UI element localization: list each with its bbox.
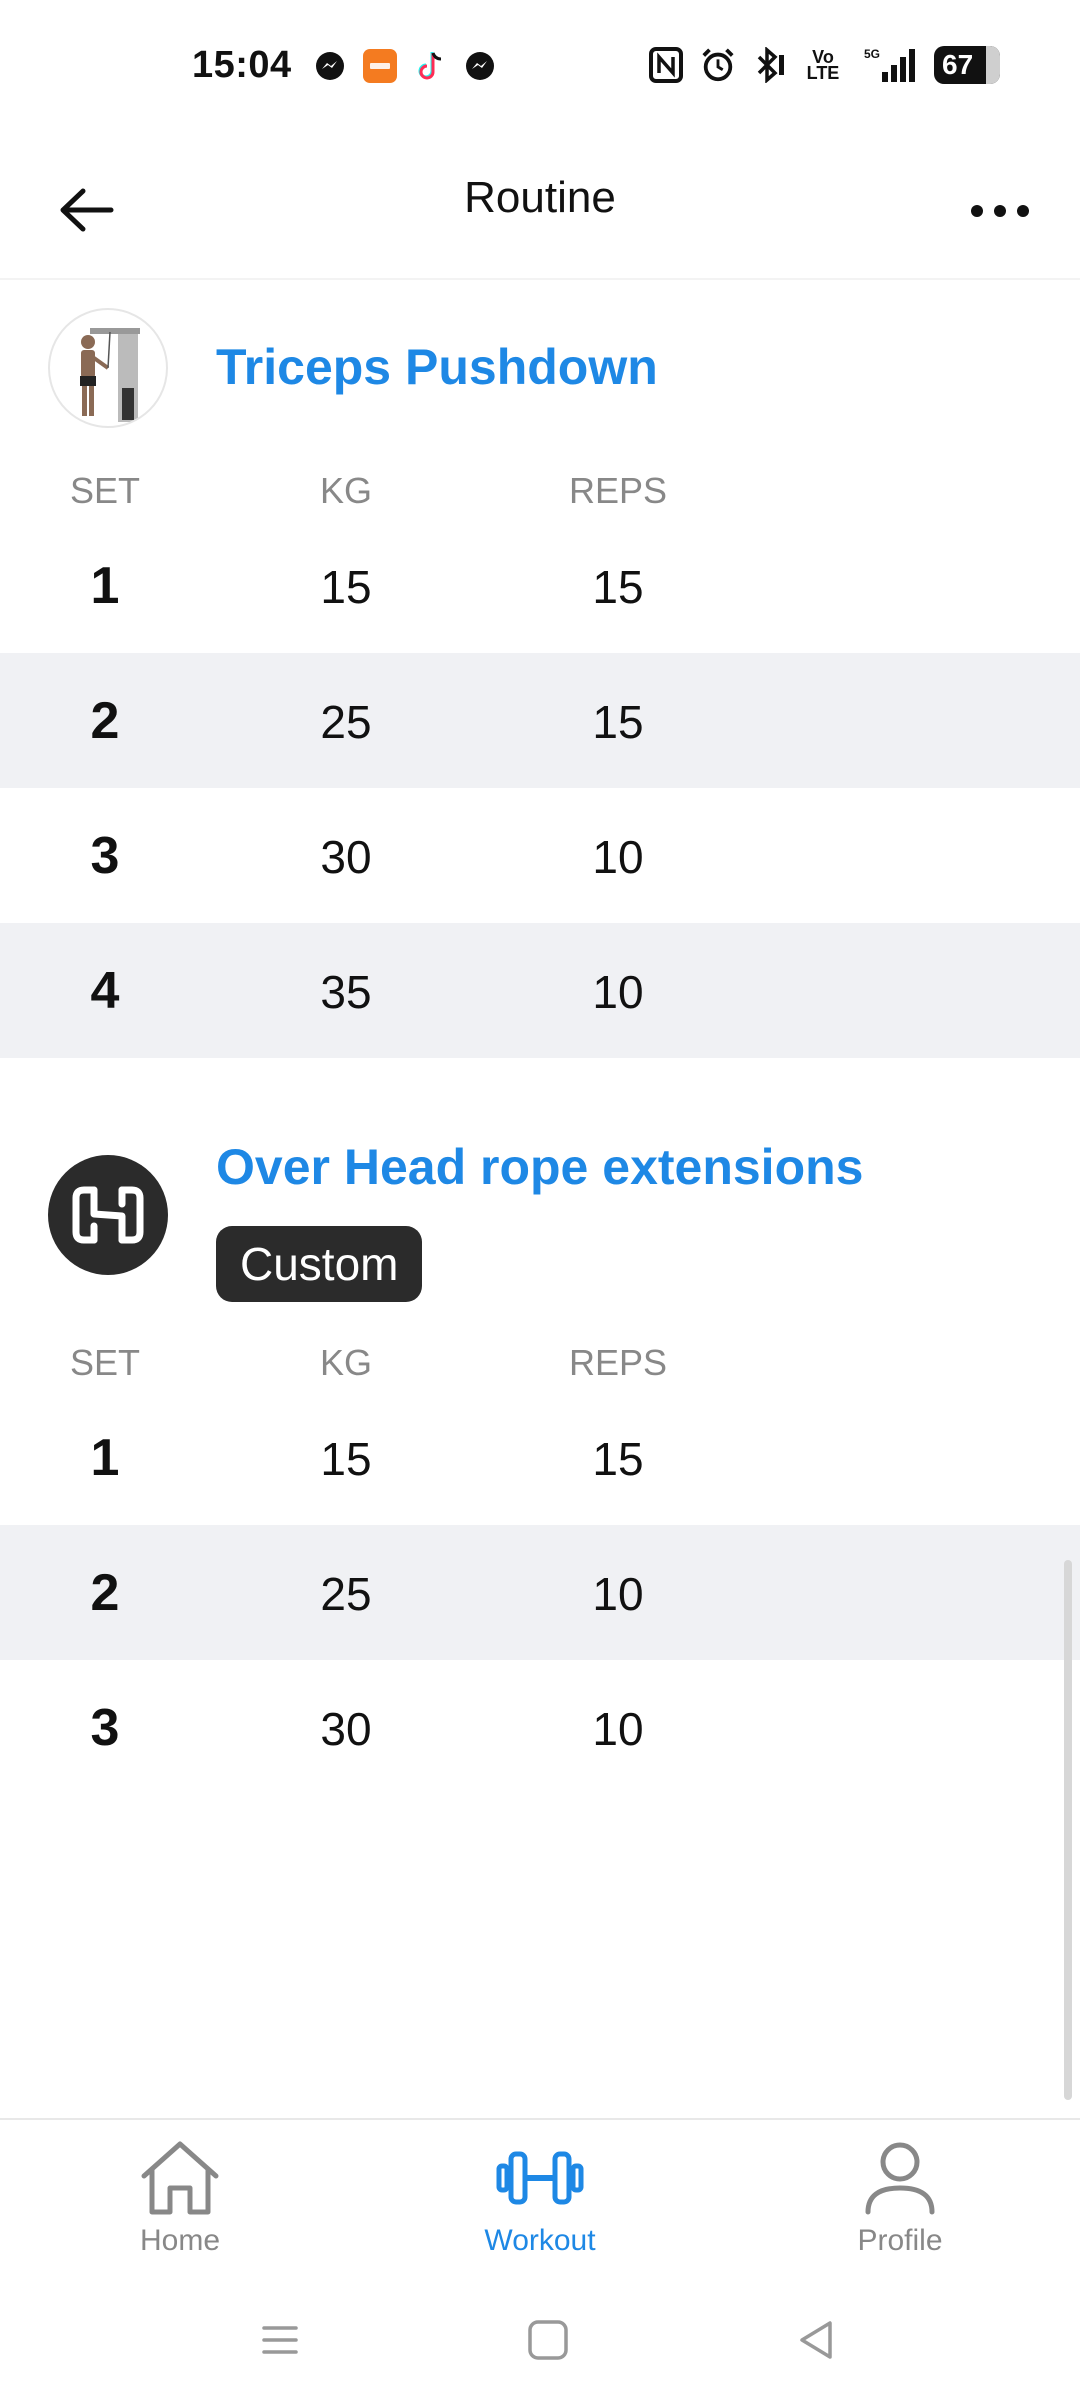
set-weight: 25	[320, 696, 372, 748]
battery-indicator: 67	[934, 46, 1000, 84]
set-reps: 10	[592, 831, 644, 883]
set-reps: 10	[592, 1568, 644, 1620]
home-icon	[141, 2141, 219, 2215]
volte-icon: Vo LTE	[806, 47, 840, 83]
column-header-reps: REPS	[568, 1342, 668, 1383]
set-number: 1	[90, 557, 120, 615]
recent-apps-button[interactable]	[250, 2310, 310, 2370]
set-row: 1 15 15	[0, 1390, 1080, 1525]
column-header-set: SET	[69, 1342, 141, 1383]
nfc-icon	[648, 47, 684, 83]
messenger-icon	[462, 48, 498, 84]
set-row: 2 25 15	[0, 653, 1080, 788]
triangle-back-icon	[800, 2321, 832, 2359]
set-weight: 30	[320, 831, 372, 883]
app-header: Routine	[0, 140, 1080, 280]
set-weight: 30	[320, 1703, 372, 1755]
nav-label: Workout	[484, 2224, 596, 2257]
column-header-kg: KG	[319, 1342, 373, 1383]
nav-label: Profile	[857, 2224, 943, 2257]
set-reps: 10	[592, 966, 644, 1018]
battery-level: 67	[942, 49, 974, 80]
custom-exercise-icon	[72, 1186, 144, 1244]
set-number: 1	[90, 1429, 120, 1487]
exercise-header[interactable]: Triceps Pushdown	[0, 306, 1080, 436]
more-horizontal-icon	[971, 205, 1029, 217]
set-weight: 35	[320, 966, 372, 1018]
exercise-thumbnail	[48, 1155, 168, 1275]
set-reps: 15	[592, 696, 644, 748]
5g-signal-icon: 5G	[858, 47, 918, 83]
profile-icon	[865, 2142, 935, 2215]
exercise-thumbnail	[48, 308, 168, 428]
set-number: 2	[90, 692, 120, 750]
page-title: Routine	[464, 173, 616, 222]
column-header-set: SET	[69, 470, 141, 511]
back-system-button[interactable]	[786, 2310, 846, 2370]
set-weight: 15	[320, 1433, 372, 1485]
temu-icon	[362, 48, 398, 84]
set-weight: 15	[320, 561, 372, 613]
messenger-icon	[312, 48, 348, 84]
set-number: 2	[90, 1564, 120, 1622]
set-row: 3 30 10	[0, 788, 1080, 923]
more-options-button[interactable]	[960, 176, 1040, 246]
status-bar: 15:04 Vo LTE 5G 67	[0, 0, 1080, 140]
home-system-button[interactable]	[518, 2310, 578, 2370]
square-icon	[528, 2320, 568, 2360]
nav-profile[interactable]: Profile	[800, 2140, 1000, 2258]
set-row: 4 35 10	[0, 923, 1080, 1058]
system-navigation-bar	[0, 2280, 1080, 2400]
set-row: 1 15 15	[0, 518, 1080, 653]
menu-lines-icon	[262, 2326, 298, 2354]
system-icons: Vo LTE 5G 67	[648, 46, 1000, 84]
set-reps: 15	[592, 1433, 644, 1485]
bluetooth-icon	[752, 47, 788, 83]
set-table-header: SET KG REPS	[0, 1342, 1080, 1392]
set-row: 2 25 10	[0, 1525, 1080, 1660]
exercise-name[interactable]: Over Head rope extensions	[216, 1138, 863, 1196]
alarm-icon	[700, 47, 736, 83]
set-reps: 15	[592, 561, 644, 613]
status-time: 15:04	[192, 44, 292, 86]
bottom-navigation: Home Workout Profile	[0, 2118, 1080, 2278]
custom-badge: Custom	[216, 1226, 423, 1302]
nav-workout[interactable]: Workout	[440, 2140, 640, 2258]
column-header-reps: REPS	[568, 470, 668, 511]
dumbbell-icon	[496, 2151, 584, 2205]
set-number: 3	[90, 827, 120, 885]
cable-machine-icon	[80, 328, 140, 422]
set-weight: 25	[320, 1568, 372, 1620]
exercise-header[interactable]: Over Head rope extensions Custom	[0, 1130, 1080, 1310]
nav-home[interactable]: Home	[80, 2140, 280, 2258]
set-number: 4	[90, 962, 120, 1020]
set-table-header: SET KG REPS	[0, 470, 1080, 520]
svg-text:5G: 5G	[864, 47, 880, 61]
scrollbar[interactable]	[1064, 1560, 1072, 2100]
tiktok-icon	[412, 48, 448, 84]
nav-label: Home	[139, 2224, 221, 2257]
set-row: 3 30 10	[0, 1660, 1080, 1795]
exercise-name[interactable]: Triceps Pushdown	[216, 338, 658, 396]
notification-icons	[312, 48, 498, 84]
set-number: 3	[90, 1699, 120, 1757]
column-header-kg: KG	[319, 470, 373, 511]
set-reps: 10	[592, 1703, 644, 1755]
